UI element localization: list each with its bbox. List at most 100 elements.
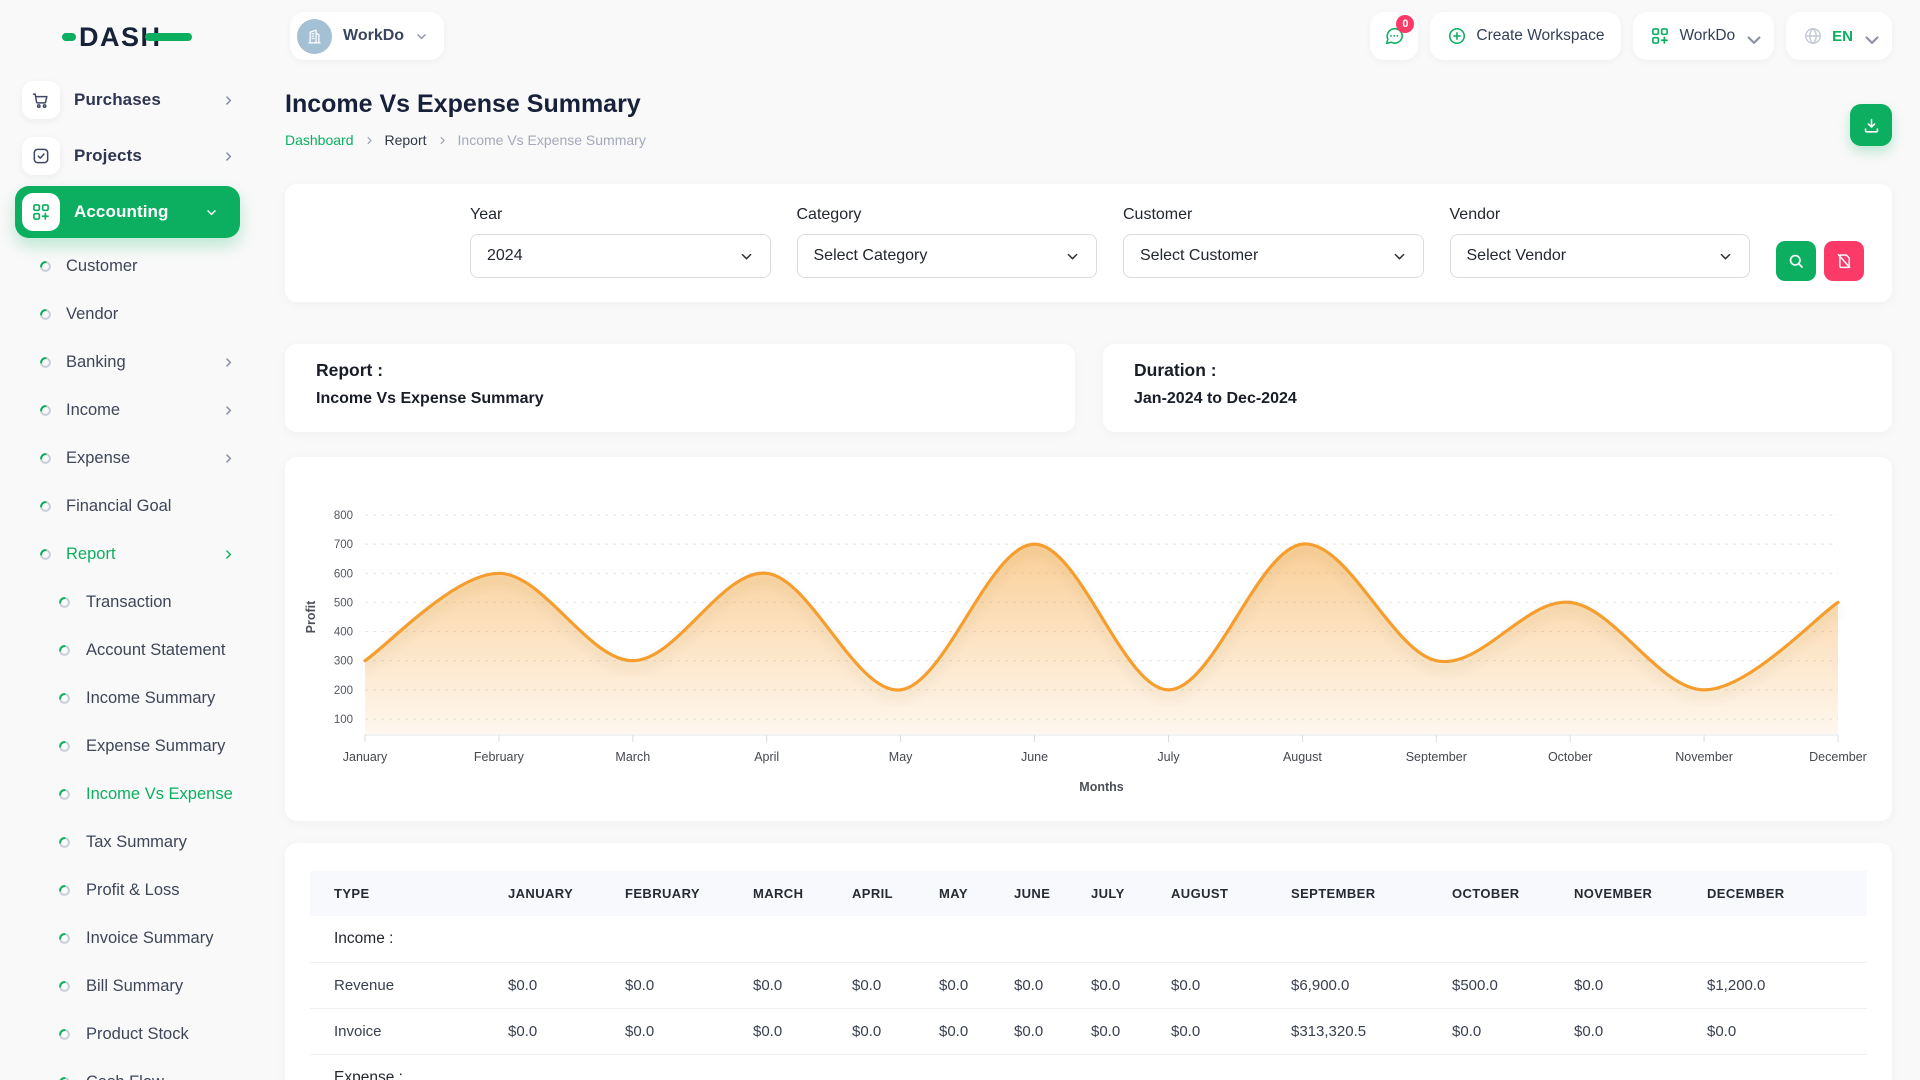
apply-filter-button[interactable] xyxy=(1776,241,1816,281)
sidebar-item-customer[interactable]: Customer xyxy=(0,242,265,290)
app-logo[interactable]: DASH xyxy=(62,18,194,61)
svg-text:400: 400 xyxy=(334,627,353,639)
cell-invoice-september: $313,320.5 xyxy=(1291,1009,1452,1055)
cell-invoice-january: $0.0 xyxy=(508,1009,625,1055)
ring-icon xyxy=(58,884,71,897)
chevron-down-icon xyxy=(739,249,754,264)
sidebar-item-projects[interactable]: Projects xyxy=(0,130,265,182)
ring-icon xyxy=(58,644,71,657)
sidebar-item-profit-loss[interactable]: Profit & Loss xyxy=(0,866,265,914)
svg-text:700: 700 xyxy=(334,539,353,551)
report-card: Report : Income Vs Expense Summary xyxy=(285,344,1075,432)
column-header-august: AUGUST xyxy=(1171,871,1291,916)
column-header-february: FEBRUARY xyxy=(625,871,753,916)
svg-text:600: 600 xyxy=(334,568,353,580)
year-select-value: 2024 xyxy=(487,247,523,265)
column-header-april: APRIL xyxy=(852,871,939,916)
cell-invoice-june: $0.0 xyxy=(1014,1009,1091,1055)
cell-revenue-june: $0.0 xyxy=(1014,963,1091,1009)
sidebar-item-account-statement[interactable]: Account Statement xyxy=(0,626,265,674)
year-select[interactable]: 2024 xyxy=(470,234,771,278)
workspace-selector[interactable]: WorkDo xyxy=(290,12,444,60)
ring-icon xyxy=(58,788,71,801)
ring-icon xyxy=(58,596,71,609)
chart-card: 100200300400500600700800JanuaryFebruaryM… xyxy=(285,457,1892,821)
column-header-june: JUNE xyxy=(1014,871,1091,916)
customer-label: Customer xyxy=(1123,206,1424,224)
year-label: Year xyxy=(470,206,771,224)
breadcrumb-link-dashboard[interactable]: Dashboard xyxy=(285,132,354,148)
language-button[interactable]: EN xyxy=(1786,12,1892,60)
chevron-right-icon xyxy=(222,452,235,465)
sidebar-item-income-vs-expense[interactable]: Income Vs Expense xyxy=(0,770,265,818)
sidebar-item-financial-goal[interactable]: Financial Goal xyxy=(0,482,265,530)
sidebar-item-label: Projects xyxy=(74,146,142,166)
svg-text:March: March xyxy=(615,750,650,764)
reset-filter-button[interactable] xyxy=(1824,241,1864,281)
sidebar-item-cash-flow[interactable]: Cash Flow xyxy=(0,1058,265,1080)
vendor-select-value: Select Vendor xyxy=(1467,247,1567,265)
sidebar-item-product-stock[interactable]: Product Stock xyxy=(0,1010,265,1058)
ring-icon xyxy=(39,500,52,513)
svg-text:December: December xyxy=(1809,750,1867,764)
duration-card: Duration : Jan-2024 to Dec-2024 xyxy=(1103,344,1892,432)
download-button[interactable] xyxy=(1850,104,1892,146)
ring-icon xyxy=(58,1028,71,1041)
sidebar-item-label: Account Statement xyxy=(86,641,225,660)
messages-badge: 0 xyxy=(1396,15,1414,33)
create-workspace-button[interactable]: Create Workspace xyxy=(1430,12,1621,60)
chevron-right-icon xyxy=(222,404,235,417)
vendor-select[interactable]: Select Vendor xyxy=(1450,234,1751,278)
logo-accent-bar xyxy=(145,33,192,41)
sidebar-item-invoice-summary[interactable]: Invoice Summary xyxy=(0,914,265,962)
sidebar-item-expense[interactable]: Expense xyxy=(0,434,265,482)
cart-icon xyxy=(22,81,60,119)
breadcrumb-item-report[interactable]: Report xyxy=(385,132,427,148)
create-workspace-label: Create Workspace xyxy=(1476,27,1604,45)
chevron-down-icon xyxy=(415,30,428,43)
sidebar-item-label: Tax Summary xyxy=(86,833,187,852)
vendor-label: Vendor xyxy=(1450,206,1751,224)
sidebar-item-label: Income Summary xyxy=(86,689,215,708)
ring-icon xyxy=(58,932,71,945)
workspace-menu-button[interactable]: WorkDo xyxy=(1633,12,1774,60)
income-expense-table: TYPEJANUARYFEBRUARYMARCHAPRILMAYJUNEJULY… xyxy=(310,871,1867,1080)
sidebar-item-tax-summary[interactable]: Tax Summary xyxy=(0,818,265,866)
sidebar-item-label: Customer xyxy=(66,257,138,276)
messages-button[interactable]: 0 xyxy=(1370,12,1418,60)
chevron-right-icon xyxy=(222,150,235,163)
sidebar-item-report[interactable]: Report xyxy=(0,530,265,578)
cell-invoice-october: $0.0 xyxy=(1452,1009,1574,1055)
sidebar-item-accounting[interactable]: Accounting xyxy=(15,186,240,238)
customer-select-value: Select Customer xyxy=(1140,247,1258,265)
grid-plus-icon xyxy=(1650,26,1670,46)
sidebar-item-banking[interactable]: Banking xyxy=(0,338,265,386)
sidebar-item-expense-summary[interactable]: Expense Summary xyxy=(0,722,265,770)
sidebar-item-label: Vendor xyxy=(66,305,118,324)
sidebar-item-income[interactable]: Income xyxy=(0,386,265,434)
chevron-down-icon xyxy=(1392,249,1407,264)
chevron-down-icon xyxy=(1862,30,1875,43)
sidebar-item-label: Accounting xyxy=(74,202,169,222)
sidebar-item-label: Transaction xyxy=(86,593,172,612)
workspace-menu-label: WorkDo xyxy=(1679,27,1735,45)
sidebar-item-vendor[interactable]: Vendor xyxy=(0,290,265,338)
cell-invoice-december: $0.0 xyxy=(1707,1009,1867,1055)
sidebar-item-purchases[interactable]: Purchases xyxy=(0,74,265,126)
sidebar-item-transaction[interactable]: Transaction xyxy=(0,578,265,626)
row-type: Invoice xyxy=(310,1009,508,1055)
ring-icon xyxy=(39,548,52,561)
cell-revenue-april: $0.0 xyxy=(852,963,939,1009)
sidebar-item-bill-summary[interactable]: Bill Summary xyxy=(0,962,265,1010)
sidebar-item-label: Purchases xyxy=(74,90,161,110)
customer-select[interactable]: Select Customer xyxy=(1123,234,1424,278)
column-header-november: NOVEMBER xyxy=(1574,871,1707,916)
cell-revenue-august: $0.0 xyxy=(1171,963,1291,1009)
sidebar-item-label: Profit & Loss xyxy=(86,881,180,900)
category-select[interactable]: Select Category xyxy=(797,234,1098,278)
check-square-icon xyxy=(22,137,60,175)
grid-plus-icon xyxy=(22,193,60,231)
sidebar-item-income-summary[interactable]: Income Summary xyxy=(0,674,265,722)
section-label: Expense : xyxy=(310,1055,1867,1080)
ring-icon xyxy=(39,308,52,321)
